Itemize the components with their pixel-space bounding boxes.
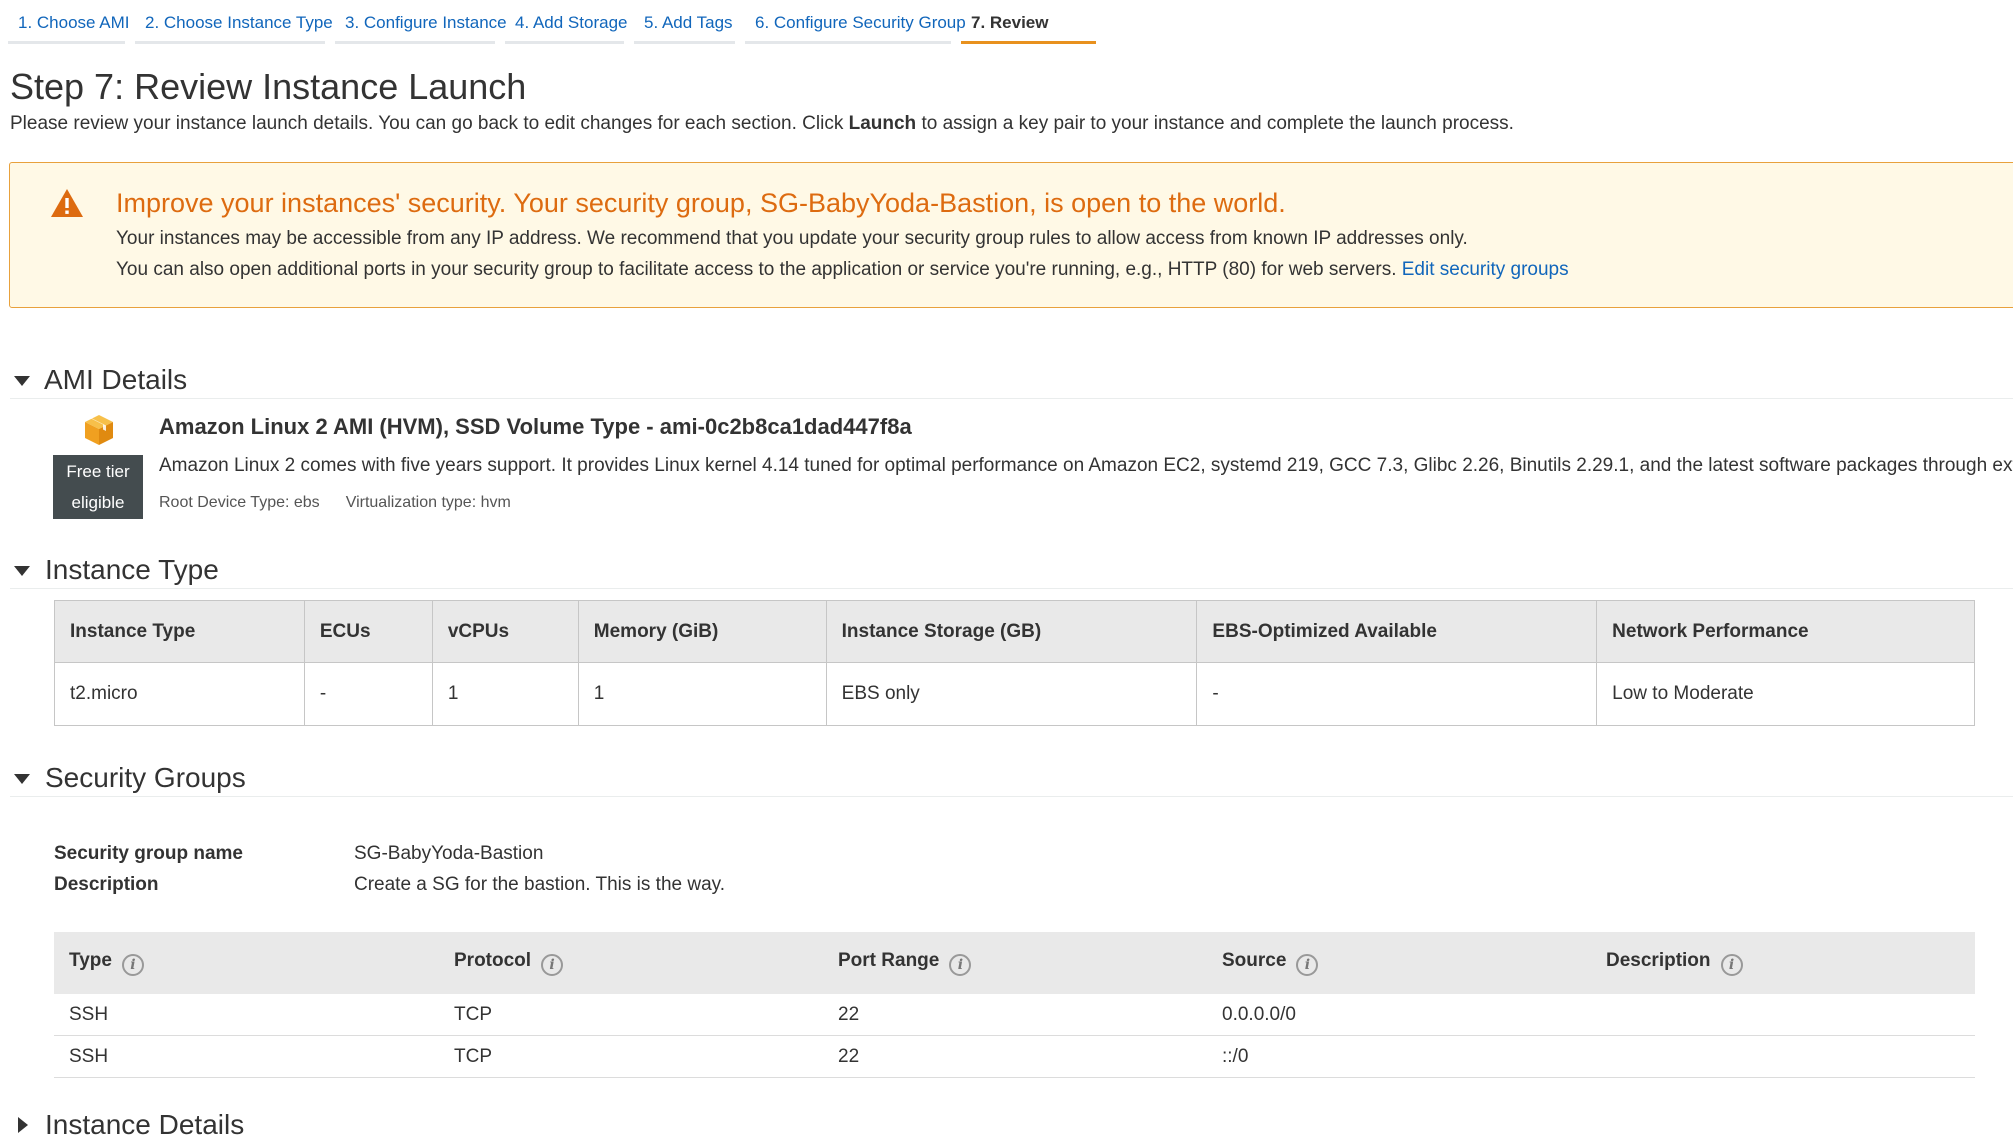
column-header-label: Type (69, 950, 112, 971)
column-header: EBS-Optimized Available (1196, 600, 1598, 663)
table-row: SSH TCP 22 0.0.0.0/0 (54, 994, 1975, 1036)
table-row: t2.micro - 1 1 EBS only - Low to Moderat… (54, 662, 1975, 726)
tab-configure-instance[interactable]: 3. Configure Instance (335, 0, 507, 44)
column-header-label: Port Range (838, 950, 940, 971)
tab-add-tags[interactable]: 5. Add Tags (634, 0, 735, 44)
caret-right-icon (18, 1117, 28, 1133)
column-header: vCPUs (431, 600, 579, 663)
edit-security-groups-link[interactable]: Edit security groups (1402, 259, 1569, 280)
warning-line-1: Your instances may be accessible from an… (116, 228, 1468, 249)
page-title: Step 7: Review Instance Launch (10, 66, 527, 107)
instance-type-title: Instance Type (45, 554, 219, 585)
security-rules-table: Type i Protocol i Port Range i Source i Desc… (54, 932, 1975, 1078)
column-header: Description i (1591, 932, 1975, 994)
ami-name: Amazon Linux 2 AMI (HVM), SSD Volume Typ… (159, 414, 912, 439)
table-cell: t2.micro (54, 662, 305, 726)
table-cell: SSH (54, 994, 439, 1036)
free-tier-badge: Free tier eligible (53, 455, 143, 519)
caret-down-icon (14, 566, 30, 576)
table-cell: TCP (439, 1035, 823, 1078)
instance-details-title: Instance Details (45, 1109, 245, 1140)
tab-choose-ami[interactable]: 1. Choose AMI (8, 0, 130, 44)
info-icon[interactable]: i (1296, 954, 1319, 976)
page-intro: Please review your instance launch detai… (10, 113, 1514, 135)
wizard-tabs: 1. Choose AMI 2. Choose Instance Type 3.… (8, 0, 2013, 48)
intro-text-after: to assign a key pair to your instance an… (916, 113, 1514, 134)
table-cell: SSH (54, 1035, 439, 1078)
security-warning-box: Improve your instances' security. Your s… (9, 162, 2013, 308)
tab-choose-instance-type[interactable]: 2. Choose Instance Type (135, 0, 333, 44)
column-header: Port Range i (823, 932, 1207, 994)
ami-meta: Root Device Type: ebs Virtualization type… (159, 494, 537, 512)
table-cell: - (1196, 662, 1598, 726)
table-cell: 22 (823, 1035, 1207, 1078)
warning-line-2: You can also open additional ports in yo… (116, 259, 1569, 281)
column-header: Network Performance (1596, 600, 1975, 663)
table-cell (1591, 994, 1975, 1036)
table-cell: Low to Moderate (1596, 662, 1975, 726)
table-header-row: Instance Type ECUs vCPUs Memory (GiB) In… (54, 600, 1975, 663)
tab-configure-security-group[interactable]: 6. Configure Security Group (745, 0, 966, 44)
free-tier-line-2: eligible (71, 493, 125, 512)
security-group-description-value: Create a SG for the bastion. This is the… (354, 874, 726, 895)
column-header: Instance Storage (GB) (825, 600, 1198, 663)
table-cell: 0.0.0.0/0 (1207, 994, 1591, 1036)
security-group-description-label: Description (54, 874, 159, 895)
caret-down-icon (14, 774, 30, 784)
column-header-label: Description (1606, 950, 1711, 971)
column-header: Source i (1207, 932, 1591, 994)
amazon-linux-cube-icon (85, 415, 113, 445)
table-cell: EBS only (825, 662, 1198, 726)
intro-launch-bold: Launch (848, 113, 917, 134)
tab-add-storage[interactable]: 4. Add Storage (505, 0, 627, 44)
table-header-row: Type i Protocol i Port Range i Source i Desc… (54, 932, 1975, 994)
table-cell: 22 (823, 994, 1207, 1036)
info-icon[interactable]: i (121, 954, 144, 976)
instance-details-header[interactable]: Instance Details (10, 1107, 2013, 1143)
warning-title: Improve your instances' security. Your s… (116, 188, 1286, 218)
caret-down-icon (14, 376, 30, 386)
ami-root-device-type: Root Device Type: ebs (159, 494, 320, 511)
table-cell: 1 (431, 662, 579, 726)
column-header: Instance Type (54, 600, 305, 663)
table-cell: 1 (577, 662, 827, 726)
column-header: ECUs (303, 600, 433, 663)
tab-review[interactable]: 7. Review (961, 0, 1096, 44)
ami-details-title: AMI Details (44, 364, 188, 395)
ami-description: Amazon Linux 2 comes with five years sup… (159, 455, 2013, 476)
info-icon[interactable]: i (1720, 954, 1743, 976)
info-icon[interactable]: i (949, 954, 972, 976)
column-header: Protocol i (439, 932, 823, 994)
table-row: SSH TCP 22 ::/0 (54, 1035, 1975, 1078)
table-cell: TCP (439, 994, 823, 1036)
table-cell: ::/0 (1207, 1035, 1591, 1078)
security-groups-title: Security Groups (45, 762, 246, 793)
column-header: Memory (GiB) (577, 600, 827, 663)
warning-triangle-icon (51, 189, 83, 217)
info-icon[interactable]: i (541, 954, 564, 976)
ami-details-header[interactable]: AMI Details (10, 362, 2013, 399)
instance-type-header[interactable]: Instance Type (10, 552, 2013, 589)
ami-virtualization-type: Virtualization type: hvm (345, 494, 511, 511)
security-groups-header[interactable]: Security Groups (10, 760, 2013, 797)
column-header-label: Source (1222, 950, 1287, 971)
column-header-label: Protocol (454, 950, 532, 971)
warning-line-2-text: You can also open additional ports in yo… (116, 259, 1402, 280)
instance-type-table: Instance Type ECUs vCPUs Memory (GiB) In… (54, 600, 1975, 726)
column-header: Type i (54, 932, 439, 994)
security-group-name-label: Security group name (54, 843, 243, 864)
security-group-name-value: SG-BabyYoda-Bastion (354, 843, 544, 864)
intro-text-before: Please review your instance launch detai… (10, 113, 849, 134)
free-tier-line-1: Free tier (66, 462, 130, 481)
table-cell: - (303, 662, 433, 726)
table-cell (1591, 1035, 1975, 1078)
